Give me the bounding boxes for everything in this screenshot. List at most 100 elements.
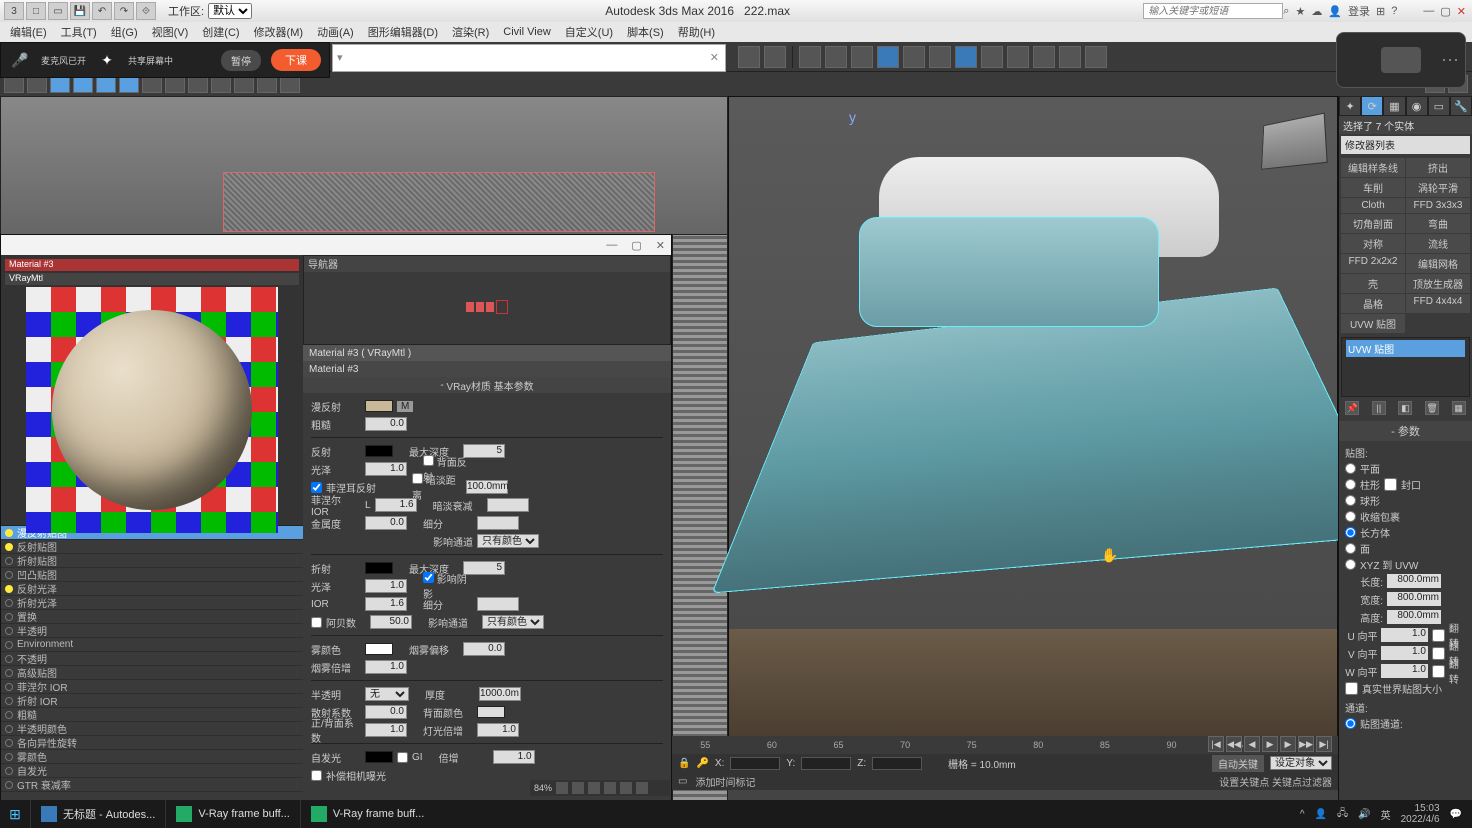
modifier-button[interactable]: Cloth	[1341, 198, 1405, 213]
map-slot-row[interactable]: 反射贴图	[1, 540, 303, 554]
dialog-min-icon[interactable]: —	[606, 239, 617, 251]
trans-depth-spinner[interactable]: 1000.0m	[479, 687, 521, 701]
pin-stack-icon[interactable]: 📌	[1345, 401, 1359, 415]
fresnel-ior-spinner[interactable]: 1.6	[375, 498, 417, 512]
map-slot-row[interactable]: 雾颜色	[1, 750, 303, 764]
perspective-viewport[interactable]: y ✋	[728, 96, 1338, 740]
fog-mult-spinner[interactable]: 1.0	[365, 660, 407, 674]
star-icon[interactable]: ★	[1295, 5, 1305, 18]
map-slot-row[interactable]: 置换	[1, 610, 303, 624]
sofa-pillow-selected[interactable]	[859, 217, 1159, 327]
abbe-spinner[interactable]: 50.0	[370, 615, 412, 629]
workspace-select[interactable]: 默认	[208, 3, 252, 19]
mm-icon-1[interactable]	[556, 782, 568, 794]
selfillum-swatch[interactable]	[365, 751, 393, 763]
render-region-frame[interactable]	[223, 172, 655, 232]
task-item-vfb2[interactable]: V-Ray frame buff...	[300, 800, 435, 828]
remove-mod-icon[interactable]: 🗑	[1425, 401, 1439, 415]
cloud-icon[interactable]: ☁	[1311, 5, 1322, 18]
nav-node[interactable]	[486, 302, 494, 312]
maptype-radio[interactable]	[1345, 511, 1356, 522]
utilities-tab-icon[interactable]: 🔧	[1450, 96, 1472, 116]
navigator-graph[interactable]	[304, 272, 670, 342]
configure-icon[interactable]: ▦	[1452, 401, 1466, 415]
goto-end-icon[interactable]: ▶|	[1316, 736, 1332, 752]
align-icon[interactable]	[799, 46, 821, 68]
map-slot-row[interactable]: 折射 IOR	[1, 694, 303, 708]
menu-maxscript[interactable]: 脚本(S)	[621, 22, 670, 42]
nav-node-selected[interactable]	[496, 300, 508, 314]
show-result-icon[interactable]: ||	[1372, 401, 1386, 415]
camera-preview-widget[interactable]: ⋯	[1336, 32, 1466, 88]
params-rollup-header[interactable]: - 参数	[1339, 421, 1472, 441]
modifier-button[interactable]: 编辑样条线	[1341, 158, 1405, 177]
modifier-button[interactable]: FFD 2x2x2	[1341, 254, 1405, 273]
reflect-subdiv-spinner[interactable]	[477, 516, 519, 530]
fog-bias-spinner[interactable]: 0.0	[463, 642, 505, 656]
width-spinner[interactable]: 800.0mm	[1387, 592, 1441, 606]
refract-gloss-spinner[interactable]: 1.0	[365, 579, 407, 593]
app-icon[interactable]: 3	[4, 2, 24, 20]
qat-link-icon[interactable]: ⟐	[136, 2, 156, 20]
maptype-radio[interactable]	[1345, 527, 1356, 538]
sofa-seat-selected[interactable]	[711, 288, 1396, 594]
render-setup-icon[interactable]	[929, 46, 951, 68]
z-input[interactable]	[872, 757, 922, 770]
motion-tab-icon[interactable]: ◉	[1406, 96, 1428, 116]
keymode-select[interactable]: 设定对象	[1270, 756, 1332, 770]
exchange-icon[interactable]: ⊞	[1376, 5, 1385, 18]
modifier-button[interactable]: 弯曲	[1406, 214, 1470, 233]
windows-taskbar[interactable]: ⊞ 无标题 - Autodes... V-Ray frame buff... V…	[0, 800, 1472, 828]
floating-search-window[interactable]: ▾ ✕	[332, 44, 726, 72]
abbe-checkbox[interactable]	[311, 617, 322, 628]
realworld-checkbox[interactable]	[1345, 682, 1358, 695]
map-slot-row[interactable]: Environment	[1, 638, 303, 652]
map-slot-row[interactable]: 不透明	[1, 652, 303, 666]
selfillum-mult-spinner[interactable]: 1.0	[493, 750, 535, 764]
hierarchy-tab-icon[interactable]: ▦	[1383, 96, 1405, 116]
map-slot-row[interactable]: 半透明	[1, 624, 303, 638]
display-tab-icon[interactable]: ▭	[1428, 96, 1450, 116]
modifier-button[interactable]: 流线	[1406, 234, 1470, 253]
more-icon[interactable]: ⋯	[1441, 50, 1459, 71]
affect-shadow-checkbox[interactable]	[423, 572, 434, 583]
refract-swatch[interactable]	[365, 562, 393, 574]
menu-tools[interactable]: 工具(T)	[55, 22, 103, 42]
infocenter-icon[interactable]: ⌕	[1283, 5, 1289, 18]
material-editor-dialog[interactable]: — ▢ ✕ Material #3 VRayMtl 漫反射贴图反射贴图折射贴图凹…	[0, 234, 672, 810]
menu-modifiers[interactable]: 修改器(M)	[248, 22, 310, 42]
share-icon[interactable]: ✦	[96, 49, 118, 71]
wflip-checkbox[interactable]	[1432, 665, 1445, 678]
vray-basic-rollup[interactable]: - VRay材质 基本参数	[303, 377, 671, 393]
menu-group[interactable]: 组(G)	[105, 22, 144, 42]
translucency-select[interactable]: 无	[365, 687, 409, 701]
stop-button[interactable]: 下课	[271, 49, 321, 71]
metalness-spinner[interactable]: 0.0	[365, 516, 407, 530]
notifications-icon[interactable]: 💬	[1450, 809, 1462, 820]
nav-node[interactable]	[476, 302, 484, 312]
modifier-button[interactable]: 对称	[1341, 234, 1405, 253]
key-icon[interactable]: 🔑	[696, 758, 708, 769]
stack-item-uvwmap[interactable]: UVW 贴图	[1346, 340, 1465, 357]
modifier-button[interactable]: 壳	[1341, 274, 1405, 293]
modifier-button[interactable]: 挤出	[1406, 158, 1470, 177]
scatter-spinner[interactable]: 0.0	[365, 705, 407, 719]
map-slot-row[interactable]: 凹凸贴图	[1, 568, 303, 582]
help-icon[interactable]: ?	[1391, 5, 1397, 17]
mm-icon-6[interactable]	[636, 782, 648, 794]
fresnel-lock-icon[interactable]: L	[365, 500, 371, 511]
material-preview[interactable]: Material #3 VRayMtl	[1, 255, 303, 525]
material-editor-icon[interactable]	[903, 46, 925, 68]
menu-create[interactable]: 创建(C)	[196, 22, 245, 42]
teapot-icon[interactable]	[1033, 46, 1055, 68]
autokey-button[interactable]: 自动关键	[1212, 755, 1264, 772]
render-region-icon[interactable]	[1085, 46, 1107, 68]
max-button[interactable]: ▢	[1440, 5, 1450, 18]
menu-views[interactable]: 视图(V)	[146, 22, 195, 42]
vflip-checkbox[interactable]	[1432, 647, 1445, 660]
tray-chevron-icon[interactable]: ^	[1300, 809, 1305, 820]
reflect-swatch[interactable]	[365, 445, 393, 457]
reflect-gloss-spinner[interactable]: 1.0	[365, 462, 407, 476]
tray-network-icon[interactable]: 🖧	[1337, 806, 1348, 823]
menu-animation[interactable]: 动画(A)	[311, 22, 360, 42]
